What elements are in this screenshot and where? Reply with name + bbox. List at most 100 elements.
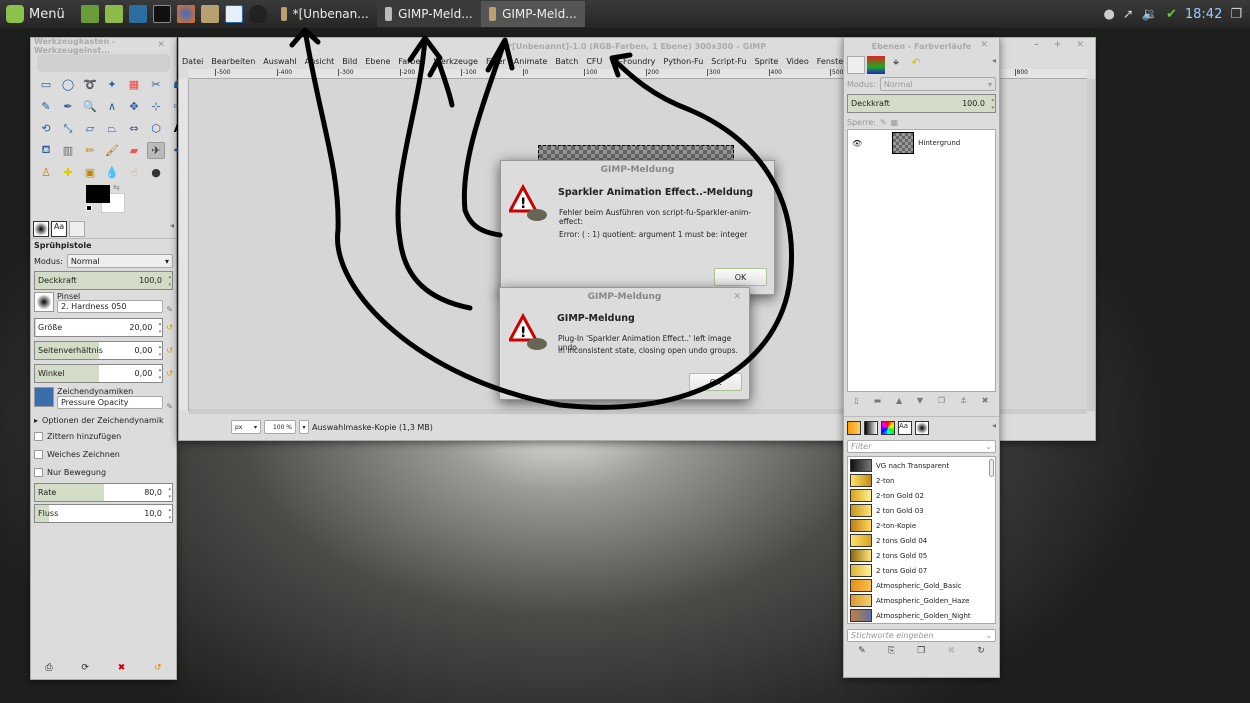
vertical-scrollbar[interactable]	[1087, 79, 1095, 411]
raise-layer-icon[interactable]: ▲	[896, 396, 902, 405]
save-options-icon[interactable]: ⎙	[45, 663, 52, 673]
aspect-slider[interactable]: Seitenverhältnis 0,00 ▴ ▾	[34, 341, 164, 360]
tab-gradients-icon[interactable]	[847, 421, 861, 435]
brush-preview[interactable]	[34, 292, 54, 312]
writer-icon[interactable]	[224, 5, 243, 23]
gradient-filter-input[interactable]: Filter ⌄	[847, 440, 996, 453]
edit-brush-icon[interactable]: ✎	[166, 305, 173, 314]
edit-gradient-icon[interactable]: ✎	[858, 646, 866, 656]
checkbox[interactable]	[34, 431, 43, 441]
lasso-tool[interactable]: ➰	[81, 76, 99, 93]
cage-tool[interactable]: ⬡	[147, 120, 165, 137]
menu-filter[interactable]: Filter	[486, 57, 506, 66]
zoom-field[interactable]: 100 %	[264, 420, 296, 434]
task-gimp-image[interactable]: *[Unbenan...	[273, 1, 377, 27]
color-picker-tool[interactable]: ✒	[59, 98, 77, 115]
checkbox[interactable]	[34, 449, 43, 459]
smudge-tool[interactable]: ☝	[125, 164, 143, 181]
clone-tool[interactable]: ♙	[37, 164, 55, 181]
menu-bearbeiten[interactable]: Bearbeiten	[211, 57, 255, 66]
fuzzy-select-tool[interactable]: ✦	[103, 76, 121, 93]
lock-pixels-icon[interactable]: ✎	[880, 118, 887, 127]
tags-input[interactable]: Stichworte eingeben ⌄	[847, 629, 996, 642]
duplicate-layer-icon[interactable]: ❐	[938, 396, 945, 405]
checkbox[interactable]	[34, 467, 43, 477]
eraser-tool[interactable]: ▰	[125, 142, 143, 159]
tab-fonts-icon[interactable]: Aa	[898, 421, 912, 435]
tab-font-icon[interactable]: Aa	[51, 221, 67, 237]
menu-datei[interactable]: Datei	[182, 57, 203, 66]
rate-slider[interactable]: Rate 80,0 ▴ ▾	[34, 483, 173, 502]
menu-fenster[interactable]: Fenster	[817, 57, 847, 66]
window-controls[interactable]: – + ✕	[1034, 40, 1090, 50]
mode-select[interactable]: Normal ▾	[66, 254, 173, 268]
gradient-item[interactable]: 2 tons Gold 07	[850, 563, 993, 578]
blend-tool[interactable]: ▥	[59, 142, 77, 159]
menu-bild[interactable]: Bild	[342, 57, 357, 66]
task-gimp-message-2[interactable]: GIMP-Meld...	[480, 1, 585, 27]
anchor-layer-icon[interactable]: ⚓	[960, 396, 967, 405]
tab-brush-icon[interactable]	[33, 221, 49, 237]
foreground-color[interactable]	[86, 185, 110, 203]
rotate-tool[interactable]: ⟲	[37, 120, 55, 137]
tab-palettes-icon[interactable]	[881, 421, 895, 435]
eye-icon[interactable]: 👁	[852, 139, 862, 148]
gradient-item[interactable]: Atmospheric_Golden_Haze	[850, 593, 993, 608]
gradient-list-scrollbar[interactable]	[989, 459, 994, 477]
clock[interactable]: 18:42	[1185, 7, 1222, 22]
volume-icon[interactable]: 🔉	[1142, 7, 1158, 22]
dynamics-options-expander[interactable]: ▸ Optionen der Zeichendynamik	[34, 413, 173, 427]
menu-farben[interactable]: Farben	[398, 57, 425, 66]
task-gimp-message-1[interactable]: GIMP-Meld...	[376, 1, 481, 27]
tux-icon[interactable]	[248, 5, 267, 23]
bucket-fill-tool[interactable]: ⛾	[37, 142, 55, 159]
size-slider[interactable]: Größe 20,00 ▴ ▾	[34, 318, 164, 337]
align-tool[interactable]: ⊹	[147, 98, 165, 115]
scissors-tool[interactable]: ✂	[147, 76, 165, 93]
tab-paths-icon[interactable]: ⌖	[887, 56, 905, 74]
new-group-icon[interactable]: ▬	[874, 396, 882, 405]
duplicate-gradient-icon[interactable]: ❐	[917, 646, 925, 656]
menu-cfu[interactable]: CFU	[586, 57, 602, 66]
blur-tool[interactable]: 💧	[103, 164, 121, 181]
delete-gradient-icon[interactable]: ✖	[948, 646, 956, 656]
delete-layer-icon[interactable]: ✖	[982, 396, 989, 405]
reset-options-icon[interactable]: ↺	[154, 663, 162, 673]
delete-options-icon[interactable]: ✖	[118, 663, 126, 673]
panel-menu-icon[interactable]: ◂	[992, 421, 996, 434]
tab-patterns-icon[interactable]	[864, 421, 878, 435]
flip-tool[interactable]: ⇔	[125, 120, 143, 137]
menu-animate[interactable]: Animate	[514, 57, 548, 66]
reset-angle-icon[interactable]: ↺	[166, 369, 173, 378]
menu-fx-foundry[interactable]: FX-Foundry	[610, 57, 655, 66]
layer-mode-select[interactable]: Normal ▾	[879, 77, 996, 91]
gradient-item[interactable]: 2 ton Gold 03	[850, 503, 993, 518]
lower-layer-icon[interactable]: ▼	[917, 396, 923, 405]
perspective-tool[interactable]: ⏢	[103, 120, 121, 137]
gradient-item[interactable]: Atmospheric_Golden_Night	[850, 608, 993, 623]
menu-script-fu[interactable]: Script-Fu	[711, 57, 746, 66]
airbrush-tool[interactable]: ✈	[147, 142, 165, 159]
new-gradient-icon[interactable]: ⎘	[888, 646, 895, 656]
menu-python-fu[interactable]: Python-Fu	[663, 57, 703, 66]
tab-layers-icon[interactable]	[847, 56, 865, 74]
perspective-clone-tool[interactable]: ▣	[81, 164, 99, 181]
move-tool[interactable]: ✥	[125, 98, 143, 115]
dynamics-field[interactable]: Pressure Opacity	[57, 396, 164, 409]
paintbrush-tool[interactable]: 🖌	[103, 142, 121, 159]
gradient-item[interactable]: 2 tons Gold 05	[850, 548, 993, 563]
network-icon[interactable]	[128, 5, 147, 23]
close-icon[interactable]: ✕	[980, 40, 994, 50]
firefox-icon[interactable]	[176, 5, 195, 23]
angle-slider[interactable]: Winkel 0,00 ▴ ▾	[34, 364, 164, 383]
edit-dynamics-icon[interactable]: ✎	[166, 402, 173, 411]
dynamics-preview[interactable]	[34, 387, 54, 407]
zoom-dropdown-icon[interactable]: ▾	[299, 420, 309, 434]
checkbox-smooth[interactable]: Weiches Zeichnen	[34, 445, 173, 463]
tab-channels-icon[interactable]	[867, 56, 885, 74]
rect-select-tool[interactable]: ▭	[37, 76, 55, 93]
zoom-tool[interactable]: 🔍	[81, 98, 99, 115]
tab-document-icon[interactable]	[69, 221, 85, 237]
show-desktop-icon[interactable]	[80, 5, 99, 23]
reset-aspect-icon[interactable]: ↺	[166, 346, 173, 355]
